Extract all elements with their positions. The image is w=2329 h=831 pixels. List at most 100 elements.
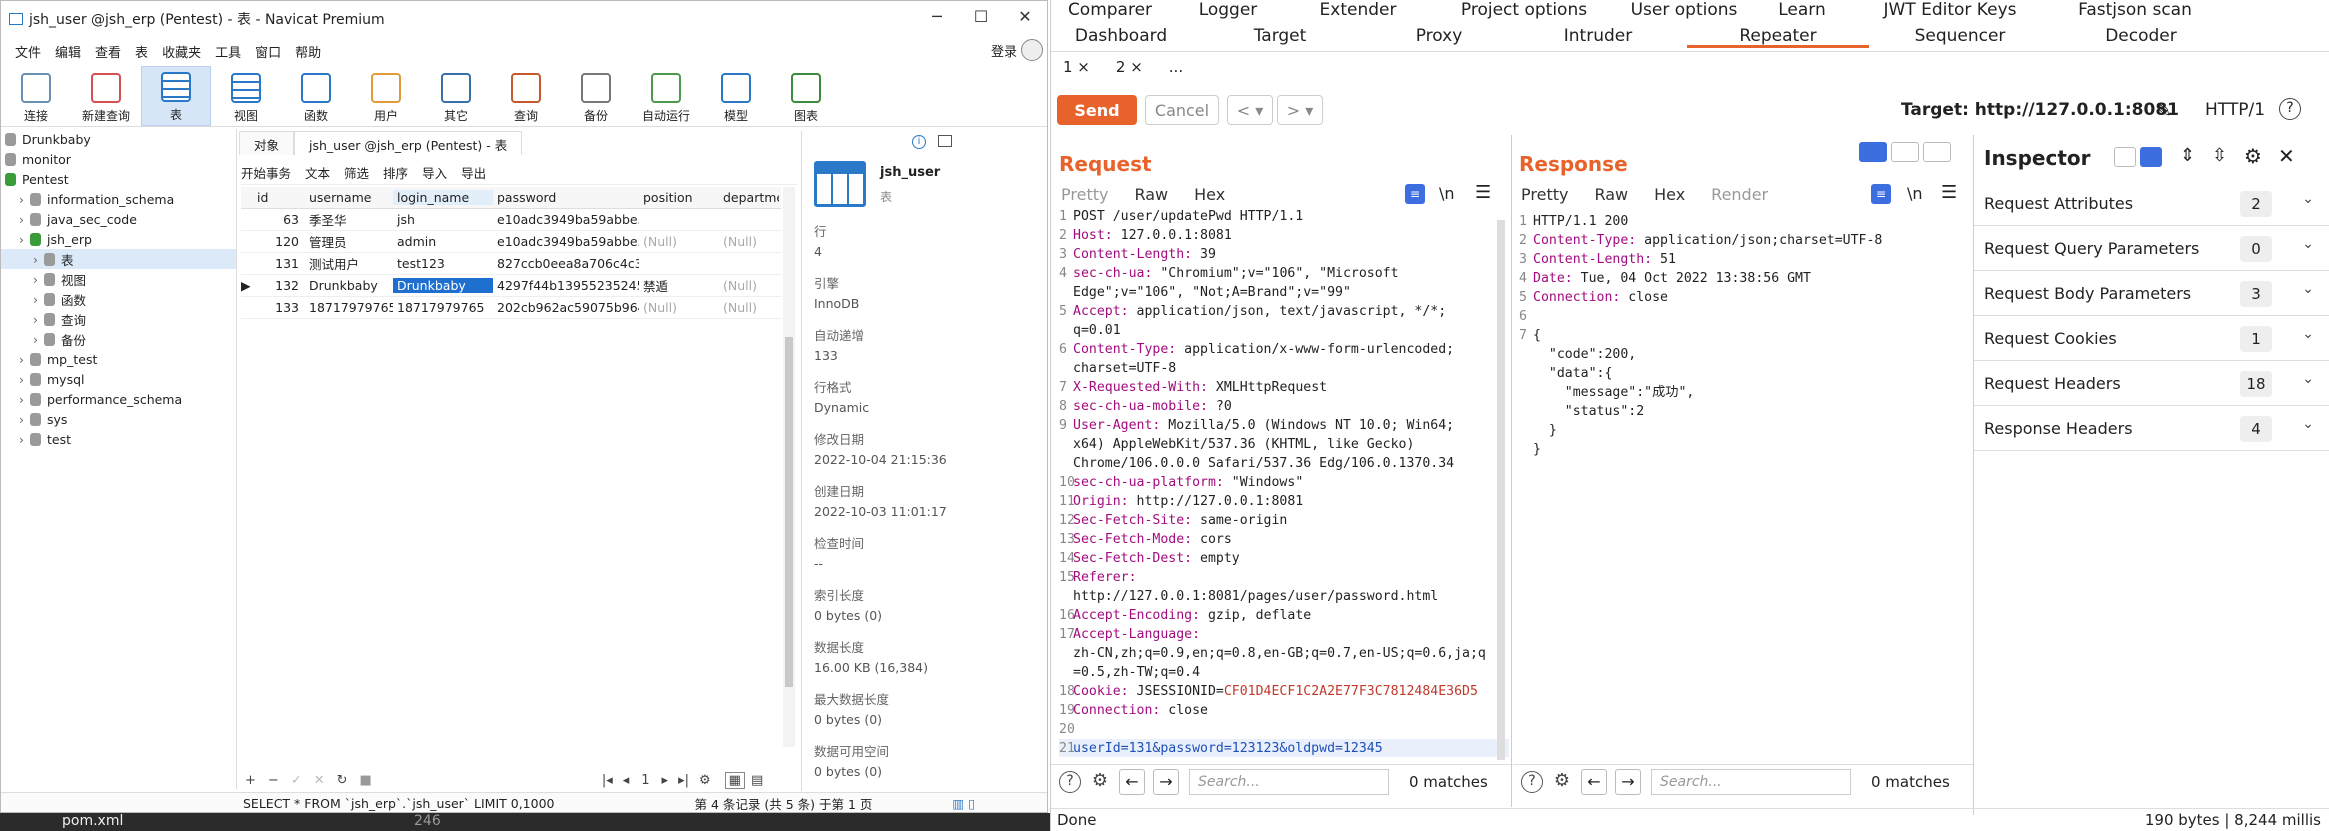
table-cell[interactable]: (Null)	[719, 300, 779, 315]
top-tab[interactable]: JWT Editor Keys	[1855, 0, 2045, 22]
table-cell[interactable]: (Null)	[719, 234, 779, 249]
split-view-icon[interactable]	[1859, 142, 1887, 162]
delete-record-icon[interactable]: −	[268, 773, 279, 788]
grid-scrollbar[interactable]	[783, 187, 795, 747]
table-cell[interactable]: 63	[253, 212, 305, 227]
table-cell[interactable]: 120	[253, 234, 305, 249]
tree-item[interactable]: › 查询	[1, 309, 236, 329]
newline-toggle[interactable]: \n	[1907, 184, 1923, 203]
column-header[interactable]: departme	[719, 190, 779, 205]
tree-item[interactable]: › sys	[1, 409, 236, 429]
menu-item[interactable]: 表	[135, 42, 148, 61]
table-cell[interactable]: e10adc3949ba59abbe56e	[493, 234, 639, 249]
prev-match-icon[interactable]: ←	[1581, 768, 1607, 795]
menu-item[interactable]: 窗口	[255, 42, 281, 61]
help-icon[interactable]: ?	[2279, 98, 2301, 120]
tree-item[interactable]: › test	[1, 429, 236, 449]
table-cell[interactable]: (Null)	[639, 300, 719, 315]
subtool-button[interactable]: 文本	[305, 163, 330, 182]
page-number[interactable]: 1	[641, 773, 649, 788]
tree-item[interactable]: › performance_schema	[1, 389, 236, 409]
toolbar-table-button[interactable]: 表	[141, 66, 211, 126]
tree-item[interactable]: › 函数	[1, 289, 236, 309]
table-cell[interactable]: 季圣华	[305, 210, 393, 229]
table-cell[interactable]: 18717979765	[305, 300, 393, 315]
next-match-icon[interactable]: →	[1153, 768, 1179, 795]
collapse-all-icon[interactable]: ⇳	[2212, 145, 2227, 166]
toolbar-backup-button[interactable]: 备份	[561, 66, 631, 126]
column-header[interactable]: password	[493, 190, 639, 205]
chevron-right-icon[interactable]: ›	[19, 372, 24, 387]
chevron-right-icon[interactable]: ›	[19, 432, 24, 447]
top-tab[interactable]: Comparer	[1051, 0, 1169, 22]
chevron-right-icon[interactable]: ›	[33, 312, 38, 327]
table-cell[interactable]: (Null)	[719, 278, 779, 293]
chevron-right-icon[interactable]: ›	[33, 292, 38, 307]
chevron-right-icon[interactable]: ›	[19, 232, 24, 247]
tree-item[interactable]: monitor	[1, 149, 236, 169]
table-cell[interactable]: 管理员	[305, 232, 393, 251]
layout-left-icon[interactable]	[2114, 147, 2136, 167]
table-cell[interactable]: admin	[393, 234, 493, 249]
tree-item[interactable]: › java_sec_code	[1, 209, 236, 229]
refresh-icon[interactable]: ↻	[337, 773, 348, 788]
table-cell[interactable]: Drunkbaby	[393, 278, 493, 293]
settings-icon[interactable]: ⚙	[1551, 771, 1573, 793]
response-view-tab[interactable]: Hex	[1654, 185, 1685, 204]
table-cell[interactable]: jsh	[393, 212, 493, 227]
apply-icon[interactable]: ✓	[291, 773, 302, 788]
tree-item[interactable]: Drunkbaby	[1, 129, 236, 149]
chevron-down-icon[interactable]: ⌄	[2302, 416, 2314, 432]
tree-item[interactable]: › jsh_erp	[1, 229, 236, 249]
subtool-button[interactable]: 开始事务	[241, 163, 291, 182]
object-tab[interactable]: jsh_user @jsh_erp (Pentest) - 表	[294, 131, 523, 155]
toolbar-automation-button[interactable]: 自动运行	[631, 66, 701, 126]
table-row[interactable]: 63季圣华jshe10adc3949ba59abbe56e	[241, 209, 781, 231]
scroll-thumb[interactable]	[785, 337, 793, 687]
table-row[interactable]: 133 18717979765 18717979765 202cb962ac59075…	[241, 297, 781, 319]
minimize-button[interactable]: ─	[919, 7, 955, 31]
subtool-button[interactable]: 筛选	[344, 163, 369, 182]
table-cell[interactable]: test123	[393, 256, 493, 271]
response-view-tab[interactable]: Raw	[1594, 185, 1628, 204]
session-tab[interactable]: 2 ×	[1116, 58, 1143, 76]
table-cell[interactable]: 132	[253, 278, 305, 293]
toolbar-query-button[interactable]: 查询	[491, 66, 561, 126]
table-cell[interactable]: Drunkbaby	[305, 278, 393, 293]
toolbar-chart-button[interactable]: 图表	[771, 66, 841, 126]
next-page-icon[interactable]: ▸	[662, 773, 669, 788]
menu-item[interactable]: 编辑	[55, 42, 81, 61]
request-view-tab[interactable]: Raw	[1134, 185, 1168, 204]
last-page-icon[interactable]: ▸|	[678, 773, 689, 788]
main-tab-decoder[interactable]: Decoder	[2051, 26, 2231, 48]
chevron-right-icon[interactable]: ›	[19, 392, 24, 407]
response-view-tab[interactable]: Pretty	[1521, 185, 1568, 204]
top-tab[interactable]: Learn	[1749, 0, 1855, 22]
inspector-section[interactable]: Request Attributes 2 ⌄	[1974, 181, 2329, 226]
main-tab-dashboard[interactable]: Dashboard	[1051, 26, 1191, 48]
main-tab-intruder[interactable]: Intruder	[1509, 26, 1687, 48]
menu-item[interactable]: 工具	[215, 42, 241, 61]
subtool-button[interactable]: 导出	[461, 163, 486, 182]
tree-item[interactable]: › 备份	[1, 329, 236, 349]
chevron-right-icon[interactable]: ›	[19, 212, 24, 227]
wrap-toggle-icon[interactable]: ≡	[1871, 184, 1891, 204]
panel-toggle-icon[interactable]: ▥ ▯	[952, 796, 975, 811]
table-row[interactable]: 120管理员admine10adc3949ba59abbe56e(Null)(N…	[241, 231, 781, 253]
menu-item[interactable]: 帮助	[295, 42, 321, 61]
table-cell[interactable]: 827ccb0eea8a706c4c34a1	[493, 256, 639, 271]
top-tab[interactable]: User options	[1619, 0, 1749, 22]
table-cell[interactable]: 131	[253, 256, 305, 271]
menu-icon[interactable]: ☰	[1475, 182, 1491, 203]
layout-right-icon[interactable]	[2140, 147, 2162, 167]
table-cell[interactable]: e10adc3949ba59abbe56e	[493, 212, 639, 227]
discard-icon[interactable]: ✕	[314, 773, 325, 788]
stop-icon[interactable]: ■	[360, 773, 372, 788]
login-link[interactable]: 登录	[991, 41, 1017, 60]
ddl-icon[interactable]	[938, 135, 952, 147]
top-tab[interactable]: Extender	[1287, 0, 1429, 22]
table-cell[interactable]: 133	[253, 300, 305, 315]
chevron-right-icon[interactable]: ›	[19, 412, 24, 427]
table-cell[interactable]: 禁遁	[639, 276, 719, 295]
prev-page-icon[interactable]: ◂	[623, 773, 630, 788]
